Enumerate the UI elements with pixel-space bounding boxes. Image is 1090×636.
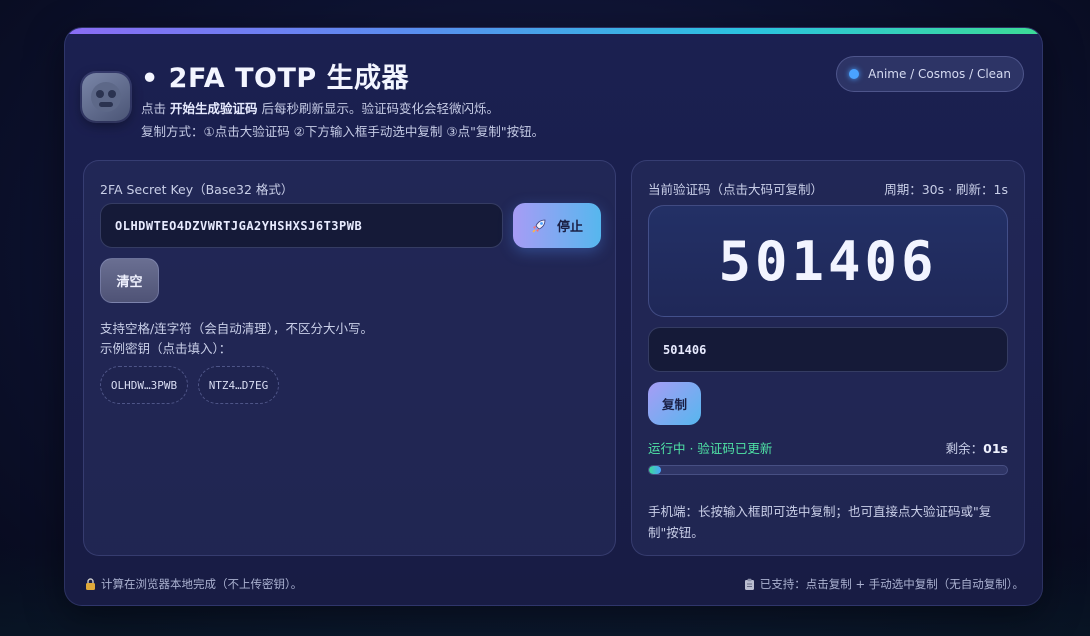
theme-badge[interactable]: Anime / Cosmos / Clean bbox=[836, 56, 1024, 92]
code-panel: 当前验证码（点击大码可复制） 周期：30s · 刷新：1s 501406 501… bbox=[631, 160, 1025, 556]
mobile-note: 手机端：长按输入框即可选中复制；也可直接点大验证码或"复制"按钮。 bbox=[648, 504, 992, 540]
rocket-icon bbox=[532, 219, 546, 233]
progress-fill bbox=[649, 466, 661, 474]
footer-right: 已支持：点击复制 + 手动选中复制（无自动复制）。 bbox=[744, 576, 1024, 592]
theme-label: Anime / Cosmos / Clean bbox=[868, 67, 1011, 81]
footer-left-text: 计算在浏览器本地完成（不上传密钥）。 bbox=[101, 577, 303, 591]
status-text: 运行中 · 验证码已更新 bbox=[648, 441, 773, 456]
page-title: • 2FA TOTP 生成器 bbox=[141, 63, 410, 94]
theme-dot-icon bbox=[849, 69, 860, 79]
clear-button[interactable]: 清空 bbox=[100, 258, 159, 303]
example-key-chip-1[interactable]: OLHDW…3PWB bbox=[100, 366, 188, 404]
app-card: • 2FA TOTP 生成器 点击 开始生成验证码 后每秒刷新显示。验证码变化会… bbox=[64, 27, 1043, 606]
description-line-2: 复制方式：①点击大验证码 ②下方输入框手动选中复制 ③点"复制"按钮。 bbox=[141, 124, 545, 139]
remaining-time: 剩余：01s bbox=[946, 438, 1008, 457]
countdown-progress-bar bbox=[648, 465, 1008, 475]
clipboard-icon bbox=[744, 578, 754, 590]
gradient-top-bar bbox=[65, 28, 1042, 34]
stop-button-label: 停止 bbox=[556, 220, 583, 235]
desc-prefix: 点击 bbox=[141, 101, 167, 116]
lock-icon bbox=[86, 578, 95, 590]
robot-avatar-icon bbox=[82, 73, 130, 121]
examples-label: 示例密钥（点击填入）： bbox=[100, 341, 232, 356]
description-line-1: 点击 开始生成验证码 后每秒刷新显示。验证码变化会轻微闪烁。 bbox=[141, 98, 499, 117]
stop-button[interactable]: 停止 bbox=[513, 203, 601, 248]
footer-right-text: 已支持：点击复制 + 手动选中复制（无自动复制）。 bbox=[759, 577, 1024, 591]
big-code-display[interactable]: 501406 bbox=[648, 205, 1008, 317]
copy-button[interactable]: 复制 bbox=[648, 382, 701, 425]
remaining-label: 剩余： bbox=[945, 441, 984, 456]
secret-key-input[interactable]: OLHDWTEO4DZVWRTJGA2YHSHXSJ6T3PWB bbox=[100, 203, 503, 248]
footer-left: 计算在浏览器本地完成（不上传密钥）。 bbox=[85, 576, 302, 592]
period-label: 周期：30s · 刷新：1s bbox=[884, 182, 1008, 197]
desc-bold: 开始生成验证码 bbox=[170, 101, 258, 116]
secret-key-panel: 2FA Secret Key（Base32 格式） OLHDWTEO4DZVWR… bbox=[83, 160, 616, 556]
code-copy-input[interactable]: 501406 bbox=[648, 327, 1008, 372]
remaining-value: 01s bbox=[983, 441, 1008, 456]
hint-text: 支持空格/连字符（会自动清理），不区分大小写。 bbox=[100, 321, 373, 336]
desc-suffix: 后每秒刷新显示。验证码变化会轻微闪烁。 bbox=[261, 101, 500, 116]
example-key-chip-2[interactable]: NTZ4…D7EG bbox=[198, 366, 279, 404]
code-label: 当前验证码（点击大码可复制） bbox=[648, 182, 824, 197]
secret-key-label: 2FA Secret Key（Base32 格式） bbox=[100, 182, 294, 197]
